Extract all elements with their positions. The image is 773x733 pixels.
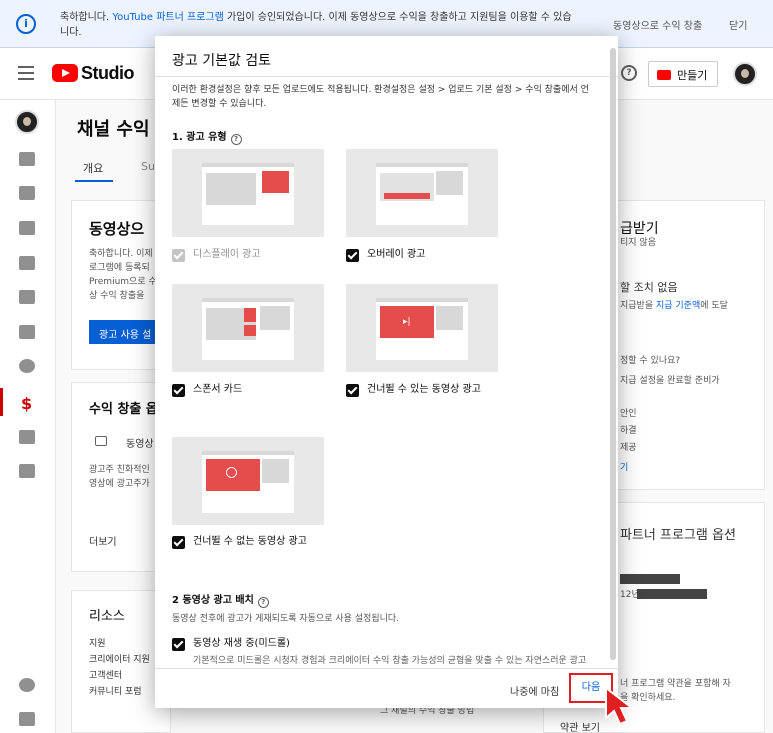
skip-forward-icon: ▸| bbox=[403, 317, 411, 327]
midroll-description: 기본적으로 미드롤은 시청자 경험과 크리에이터 수익 창출 가능성의 균형을 … bbox=[193, 656, 587, 666]
midroll-label: 동영상 재생 중(미드롤) bbox=[193, 638, 290, 649]
finish-later-button[interactable]: 나중에 마침 bbox=[510, 683, 559, 698]
pointer-arrow-icon bbox=[605, 685, 635, 726]
display-ads-label: 디스플레이 광고 bbox=[193, 249, 261, 260]
ad-types-heading-text: 1. 광고 유형 bbox=[172, 132, 227, 143]
dialog-scrollbar[interactable] bbox=[610, 48, 616, 660]
dialog-divider bbox=[155, 76, 618, 77]
ad-types-heading: 1. 광고 유형? bbox=[172, 128, 242, 145]
sponsored-cards-label: 스폰서 카드 bbox=[193, 384, 243, 395]
display-ads-checkbox[interactable] bbox=[172, 249, 185, 262]
midroll-checkbox[interactable] bbox=[172, 638, 185, 651]
video-ad-placement-heading-text: 2 동영상 광고 배치 bbox=[172, 595, 254, 606]
help-circle-icon[interactable]: ? bbox=[230, 134, 242, 145]
non-skippable-ads-label: 건너뛸 수 없는 동영상 광고 bbox=[193, 536, 307, 547]
sponsored-card-thumbnail bbox=[172, 284, 324, 372]
skippable-ads-label: 건너뛸 수 있는 동영상 광고 bbox=[367, 384, 481, 395]
overlay-ad-thumbnail bbox=[346, 149, 498, 237]
dialog-footer-divider bbox=[155, 668, 618, 669]
ad-defaults-dialog: 광고 기본값 검토 이러한 환경설정은 향후 모든 업로드에도 적용됩니다. 환… bbox=[155, 36, 618, 708]
help-circle-icon[interactable]: ? bbox=[257, 597, 269, 608]
video-ad-placement-heading: 2 동영상 광고 배치? bbox=[172, 591, 269, 608]
sponsored-cards-checkbox[interactable] bbox=[172, 384, 185, 397]
non-skippable-ads-checkbox[interactable] bbox=[172, 536, 185, 549]
overlay-ads-checkbox[interactable] bbox=[346, 249, 359, 262]
timer-icon bbox=[226, 467, 237, 478]
placement-description: 동영상 전후에 광고가 게재되도록 자동으로 사용 설정됩니다. bbox=[172, 614, 400, 624]
overlay-ads-label: 오버레이 광고 bbox=[367, 249, 426, 260]
skippable-ads-checkbox[interactable] bbox=[346, 384, 359, 397]
dialog-title: 광고 기본값 검토 bbox=[172, 53, 272, 69]
skippable-ad-thumbnail: ▸| bbox=[346, 284, 498, 372]
dialog-intro: 이러한 환경설정은 향후 모든 업로드에도 적용됩니다. 환경설정은 설정 > … bbox=[172, 85, 589, 109]
display-ad-thumbnail bbox=[172, 149, 324, 237]
non-skippable-ad-thumbnail bbox=[172, 437, 324, 525]
